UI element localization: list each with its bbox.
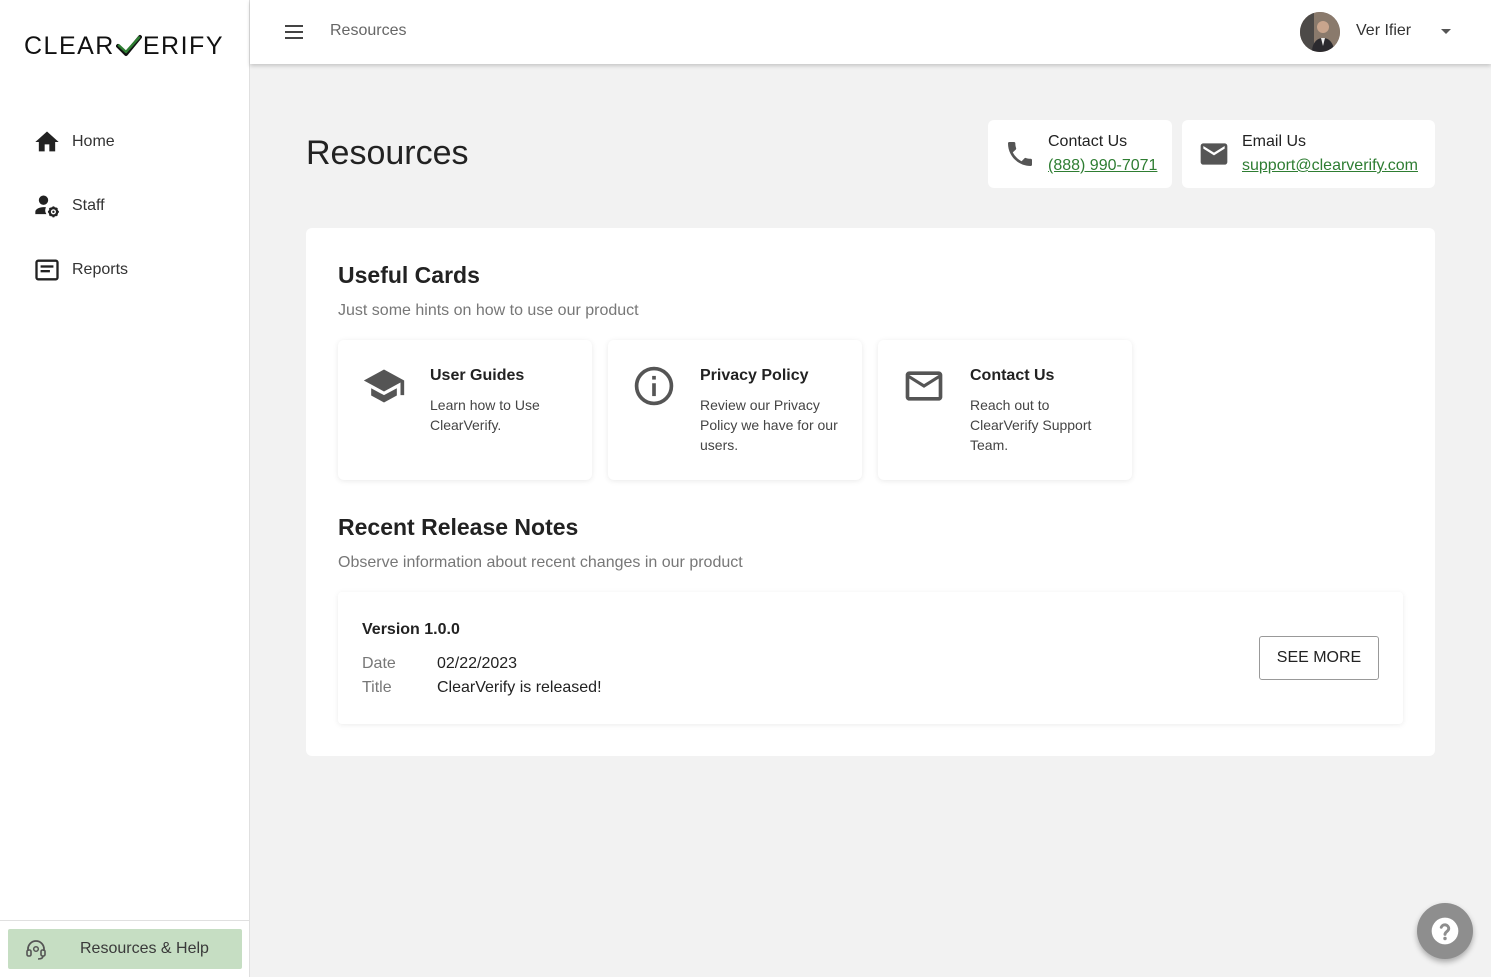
headset-icon [26, 940, 46, 960]
contact-email-card: Email Us support@clearverify.com [1182, 120, 1435, 188]
resources-help-button[interactable]: Resources & Help [8, 929, 242, 969]
sidebar-item-staff[interactable]: Staff [0, 174, 250, 238]
sidebar-item-label: Reports [72, 261, 129, 278]
info-icon [634, 366, 674, 406]
sidebar: CLEAR ERIFY Home Staff Reports Resources… [0, 0, 250, 977]
privacy-policy-card[interactable]: Privacy Policy Review our Privacy Policy… [608, 340, 862, 480]
contact-email-link[interactable]: support@clearverify.com [1242, 157, 1418, 175]
card-title: Contact Us [970, 367, 1055, 384]
page-title: Resources [306, 134, 469, 172]
home-icon [33, 128, 61, 156]
contact-phone-title: Contact Us [1048, 133, 1128, 150]
release-version: Version 1.0.0 [362, 621, 460, 638]
release-title: ClearVerify is released! [437, 679, 602, 696]
card-description: Learn how to Use ClearVerify. [430, 397, 540, 433]
sidebar-divider [0, 920, 250, 921]
useful-cards-subtitle: Just some hints on how to use our produc… [338, 302, 639, 319]
logo-text-left: CLEAR [24, 31, 115, 60]
contact-phone-link[interactable]: (888) 990-7071 [1048, 157, 1157, 175]
card-description: Review our Privacy Policy we have for ou… [700, 397, 838, 453]
sidebar-item-home[interactable]: Home [0, 110, 250, 174]
breadcrumb: Resources [330, 22, 407, 39]
card-title: User Guides [430, 367, 525, 384]
see-more-button[interactable]: SEE MORE [1259, 636, 1379, 680]
graduation-cap-icon [363, 369, 405, 403]
clearverify-logo[interactable]: CLEAR ERIFY [24, 30, 226, 62]
release-date: 02/22/2023 [437, 655, 518, 672]
card-description: Reach out to ClearVerify Support Team. [970, 397, 1092, 453]
release-note-item: Version 1.0.0 Date 02/22/2023 Title Clea… [338, 592, 1403, 724]
help-question-icon [1431, 917, 1459, 945]
useful-cards-title: Useful Cards [338, 262, 480, 288]
contact-phone-card: Contact Us (888) 990-7071 [988, 120, 1172, 188]
resources-help-label: Resources & Help [80, 940, 209, 957]
reports-icon [33, 256, 61, 284]
resources-panel: Useful Cards Just some hints on how to u… [306, 228, 1435, 756]
sidebar-item-reports[interactable]: Reports [0, 238, 250, 302]
chevron-down-icon[interactable] [1440, 28, 1452, 36]
sidebar-nav: Home Staff Reports [0, 110, 250, 302]
help-fab-button[interactable] [1417, 903, 1473, 959]
release-notes-subtitle: Observe information about recent changes… [338, 554, 743, 571]
mail-icon [905, 371, 943, 401]
logo-text-right: ERIFY [142, 31, 224, 60]
staff-icon [33, 192, 61, 220]
release-notes-title: Recent Release Notes [338, 514, 579, 540]
sidebar-item-label: Home [72, 133, 115, 150]
phone-icon [1008, 142, 1032, 166]
contact-us-card[interactable]: Contact Us Reach out to ClearVerify Supp… [878, 340, 1132, 480]
release-title-label: Title [362, 679, 392, 696]
contact-email-title: Email Us [1242, 133, 1307, 150]
sidebar-item-label: Staff [72, 197, 105, 214]
user-guides-card[interactable]: User Guides Learn how to Use ClearVerify… [338, 340, 592, 480]
top-app-bar: Resources Ver Ifier [250, 0, 1491, 64]
avatar[interactable] [1300, 12, 1340, 52]
mail-icon [1200, 143, 1228, 165]
logo-check-icon [115, 35, 142, 56]
card-title: Privacy Policy [700, 367, 809, 384]
user-name[interactable]: Ver Ifier [1356, 22, 1411, 40]
release-date-label: Date [362, 655, 396, 672]
hamburger-menu-icon[interactable] [284, 22, 304, 42]
